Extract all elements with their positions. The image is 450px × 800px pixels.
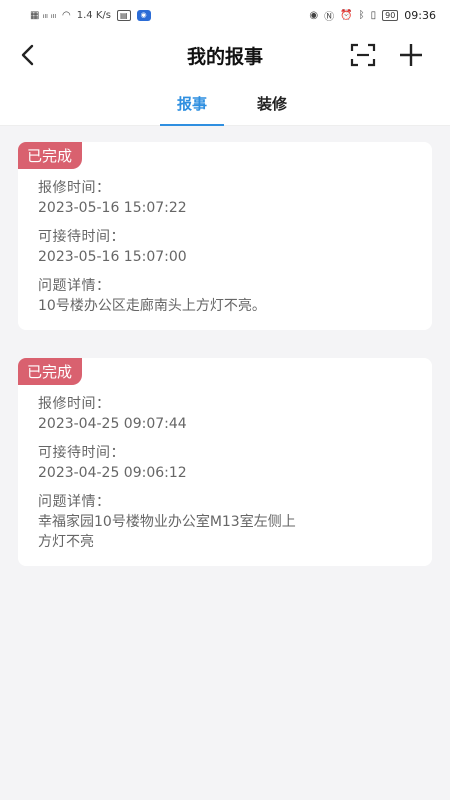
- sim-signal-icon: ▦ ᵢₗₗ ᵢₗₗ: [30, 9, 57, 21]
- report-list: 已完成 报修时间： 2023-05-16 15:07:22 可接待时间： 202…: [0, 126, 450, 610]
- issue-detail-label: 问题详情：: [38, 278, 111, 294]
- eye-icon: ◉: [309, 9, 319, 21]
- repair-time-value: 2023-04-25 09:07:44: [38, 416, 187, 432]
- bluetooth-icon: ᛒ: [358, 9, 365, 21]
- reception-time-label: 可接待时间：: [38, 445, 125, 461]
- app-notification-icon: ◉: [136, 9, 151, 21]
- status-bar: ▦ ᵢₗₗ ᵢₗₗ ◠ 1.4 K/s ▤ ◉ ◉ Ⓝ ⏰ ᛒ ▯ 90 09:…: [0, 0, 450, 30]
- status-badge: 已完成: [18, 358, 83, 385]
- report-card[interactable]: 已完成 报修时间： 2023-05-16 15:07:22 可接待时间： 202…: [18, 142, 432, 330]
- plus-icon: [400, 44, 422, 66]
- reception-time-value: 2023-05-16 15:07:00: [38, 249, 187, 265]
- repair-time-value: 2023-05-16 15:07:22: [38, 200, 187, 216]
- nfc-n-icon: Ⓝ: [324, 11, 335, 23]
- status-bar-left: ▦ ᵢₗₗ ᵢₗₗ ◠ 1.4 K/s ▤ ◉: [30, 9, 151, 21]
- repair-time-field: 报修时间： 2023-04-25 09:07:44: [38, 394, 412, 434]
- tab-report[interactable]: 报事: [160, 80, 224, 126]
- repair-time-label: 报修时间：: [38, 180, 111, 196]
- issue-detail-field: 问题详情： 10号楼办公区走廊南头上方灯不亮。: [38, 276, 412, 316]
- clock: 09:36: [404, 8, 436, 22]
- add-button[interactable]: [396, 40, 426, 70]
- back-button[interactable]: [12, 39, 44, 71]
- status-bar-right: ◉ Ⓝ ⏰ ᛒ ▯ 90 09:36: [309, 8, 436, 23]
- chevron-left-icon: [21, 44, 34, 66]
- reception-time-field: 可接待时间： 2023-04-25 09:06:12: [38, 443, 412, 483]
- report-card[interactable]: 已完成 报修时间： 2023-04-25 09:07:44 可接待时间： 202…: [18, 358, 432, 566]
- repair-time-label: 报修时间：: [38, 396, 111, 412]
- tab-bar: 报事 装修: [0, 80, 450, 126]
- repair-time-field: 报修时间： 2023-05-16 15:07:22: [38, 178, 412, 218]
- navbar: 我的报事: [0, 30, 450, 80]
- scan-icon: [350, 43, 376, 67]
- issue-detail-label: 问题详情：: [38, 494, 111, 510]
- tab-renovation[interactable]: 装修: [240, 80, 304, 126]
- battery-icon: 90: [382, 9, 399, 21]
- reception-time-field: 可接待时间： 2023-05-16 15:07:00: [38, 227, 412, 267]
- issue-detail-value: 幸福家园10号楼物业办公室M13室左侧上方灯不亮: [38, 514, 296, 550]
- page-title: 我的报事: [186, 45, 263, 68]
- status-badge: 已完成: [18, 142, 83, 169]
- nfc-icon: ▤: [116, 9, 131, 21]
- scan-button[interactable]: [348, 40, 378, 70]
- reception-time-label: 可接待时间：: [38, 229, 125, 245]
- alarm-icon: ⏰: [340, 9, 353, 21]
- issue-detail-value: 10号楼办公区走廊南头上方灯不亮。: [38, 298, 266, 314]
- vibrate-icon: ▯: [370, 9, 377, 21]
- reception-time-value: 2023-04-25 09:06:12: [38, 465, 187, 481]
- network-speed: 1.4 K/s: [76, 9, 111, 21]
- issue-detail-field: 问题详情： 幸福家园10号楼物业办公室M13室左侧上方灯不亮: [38, 492, 412, 552]
- wifi-icon: ◠: [62, 9, 71, 21]
